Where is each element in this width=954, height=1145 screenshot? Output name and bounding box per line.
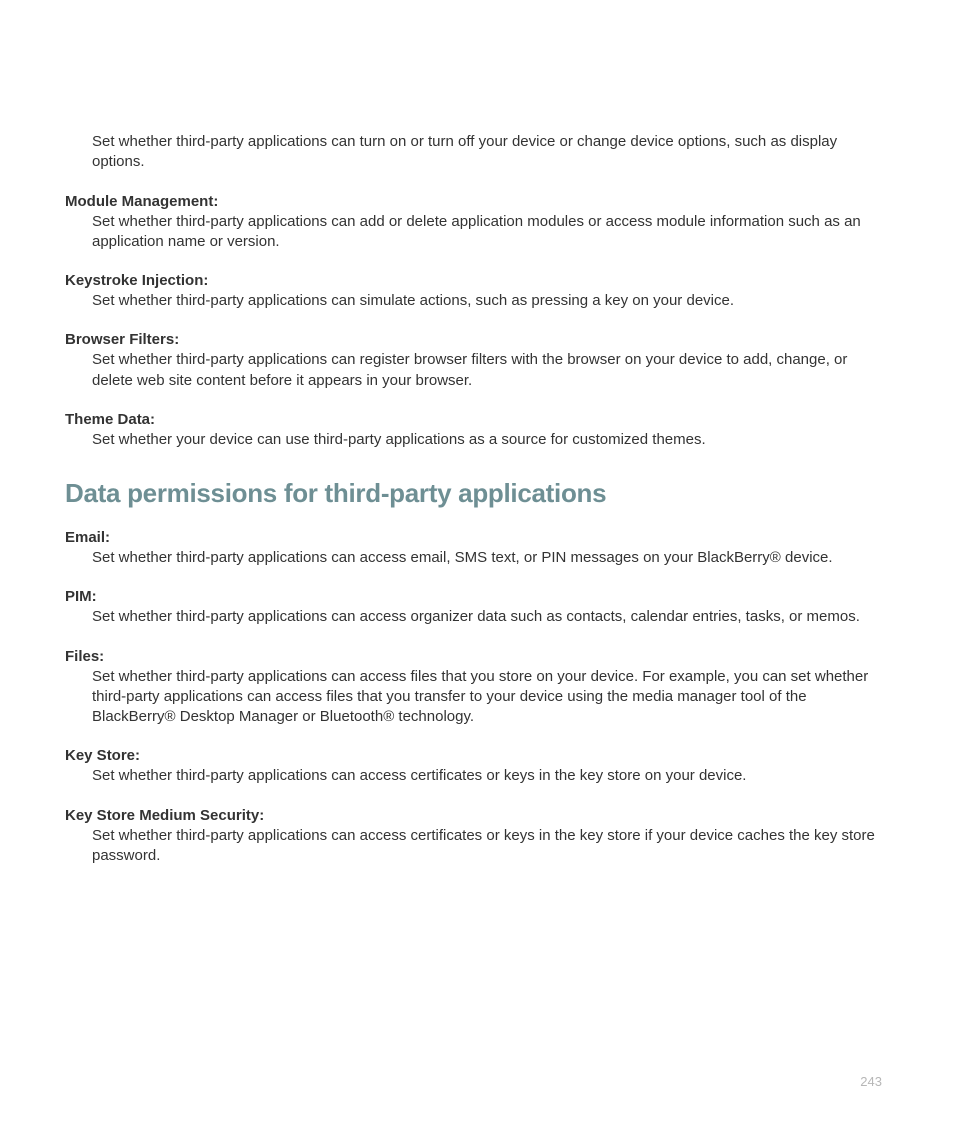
- page-number: 243: [860, 1074, 882, 1089]
- term-block: Keystroke Injection: Set whether third-p…: [65, 272, 889, 311]
- term-description: Set whether third-party applications can…: [92, 766, 889, 786]
- term-label: Email:: [65, 529, 889, 546]
- term-description: Set whether third-party applications can…: [92, 607, 889, 627]
- term-label: Browser Filters:: [65, 331, 889, 348]
- term-block: Files: Set whether third-party applicati…: [65, 648, 889, 728]
- section-heading: Data permissions for third-party applica…: [65, 478, 889, 509]
- term-description: Set whether third-party applications can…: [92, 826, 889, 867]
- page-content: Set whether third-party applications can…: [65, 0, 889, 866]
- term-label: Files:: [65, 648, 889, 665]
- term-label: PIM:: [65, 588, 889, 605]
- term-label: Key Store Medium Security:: [65, 807, 889, 824]
- term-label: Keystroke Injection:: [65, 272, 889, 289]
- term-description: Set whether your device can use third-pa…: [92, 430, 889, 450]
- term-description: Set whether third-party applications can…: [92, 212, 889, 253]
- term-label: Theme Data:: [65, 411, 889, 428]
- term-block: Browser Filters: Set whether third-party…: [65, 331, 889, 391]
- term-description: Set whether third-party applications can…: [92, 548, 889, 568]
- term-block: Module Management: Set whether third-par…: [65, 193, 889, 253]
- term-block: Email: Set whether third-party applicati…: [65, 529, 889, 568]
- term-block: Key Store: Set whether third-party appli…: [65, 747, 889, 786]
- term-label: Module Management:: [65, 193, 889, 210]
- term-description: Set whether third-party applications can…: [92, 667, 889, 728]
- term-block: Theme Data: Set whether your device can …: [65, 411, 889, 450]
- term-block: PIM: Set whether third-party application…: [65, 588, 889, 627]
- term-label: Key Store:: [65, 747, 889, 764]
- term-block: Key Store Medium Security: Set whether t…: [65, 807, 889, 867]
- orphan-description: Set whether third-party applications can…: [92, 132, 889, 173]
- term-description: Set whether third-party applications can…: [92, 350, 889, 391]
- term-description: Set whether third-party applications can…: [92, 291, 889, 311]
